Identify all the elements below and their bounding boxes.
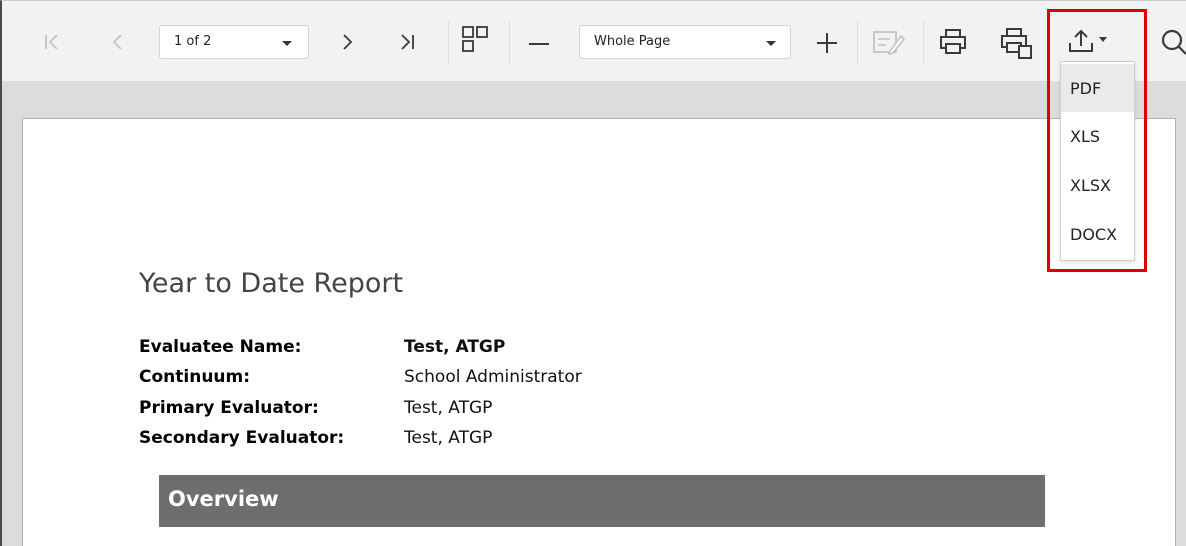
field-label-primary-evaluator: Primary Evaluator: [139,398,319,418]
print-page-icon[interactable] [998,25,1034,61]
next-page-icon[interactable] [335,29,361,55]
toolbar-separator [923,21,924,65]
field-value-secondary-evaluator: Test, ATGP [404,428,493,448]
viewer-toolbar-shadow [2,81,1186,113]
field-label-evaluatee: Evaluatee Name: [139,337,302,357]
field-value-primary-evaluator: Test, ATGP [404,398,493,418]
first-page-icon[interactable] [38,29,66,55]
multi-page-view-icon[interactable] [458,23,492,57]
chevron-down-icon [766,41,776,46]
field-value-continuum: School Administrator [404,367,582,387]
zoom-in-icon[interactable] [812,28,842,58]
field-label-secondary-evaluator: Secondary Evaluator: [139,428,345,448]
toolbar-separator [857,21,858,65]
previous-page-icon[interactable] [104,29,130,55]
last-page-icon[interactable] [393,29,421,55]
toolbar-separator [448,21,449,65]
field-value-evaluatee: Test, ATGP [404,337,506,357]
export-highlight-box [1047,9,1147,272]
print-icon[interactable] [936,25,970,59]
page-selector-value: 1 of 2 [174,34,212,49]
chevron-down-icon [282,41,292,46]
page-selector[interactable]: 1 of 2 [159,25,309,59]
search-icon[interactable] [1158,25,1186,59]
report-viewer: 1 of 2 Whole Page Year to Date Report Ev… [0,0,1186,546]
section-header-overview: Overview [159,475,1045,527]
viewer-toolbar: 1 of 2 Whole Page [2,1,1186,81]
zoom-selector-value: Whole Page [594,34,671,49]
zoom-selector[interactable]: Whole Page [579,25,791,59]
report-title: Year to Date Report [139,268,404,299]
section-header-label: Overview [168,487,279,511]
edit-fields-icon[interactable] [870,26,906,58]
zoom-out-icon[interactable] [524,28,554,58]
field-label-continuum: Continuum: [139,367,251,387]
toolbar-separator [509,21,510,65]
